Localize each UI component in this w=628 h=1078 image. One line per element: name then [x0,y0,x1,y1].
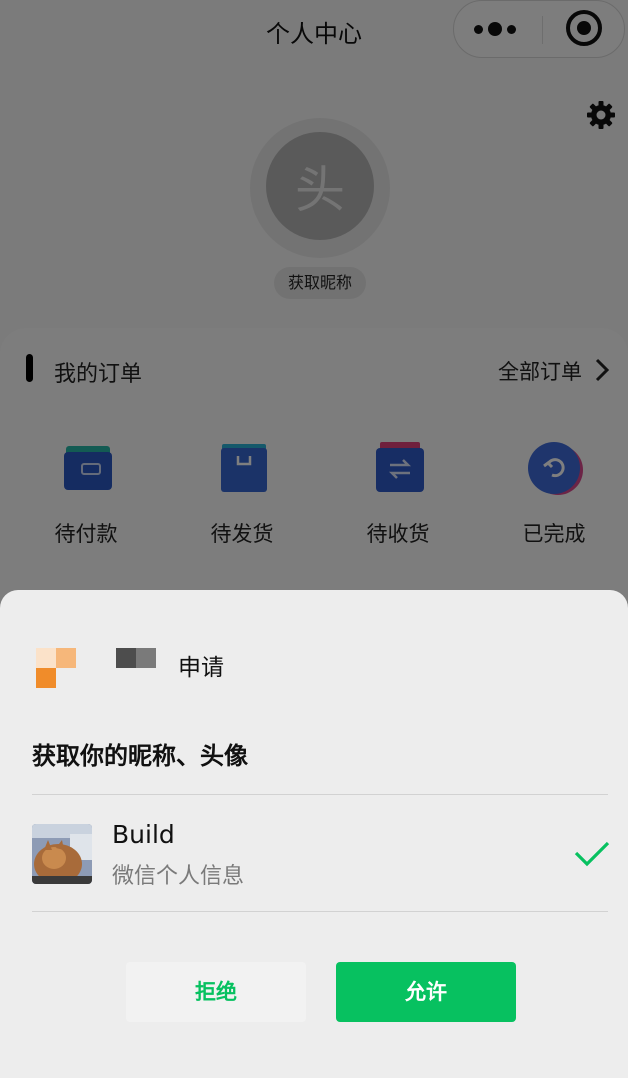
reject-button[interactable]: 拒绝 [126,962,306,1022]
app-logo [36,648,76,688]
user-name: Build [112,820,175,849]
allow-button[interactable]: 允许 [336,962,516,1022]
user-info-subtitle: 微信个人信息 [112,864,245,889]
authorization-sheet: 申请 获取你的昵称、头像 Build 微信个人信息 拒绝 允许 [0,590,628,1078]
divider [32,911,608,912]
apply-text: 申请 [178,655,224,681]
user-avatar [32,824,92,884]
divider [32,794,608,795]
app-name-redacted [116,648,156,668]
checkmark-icon[interactable] [574,840,610,868]
permission-title: 获取你的昵称、头像 [32,742,248,770]
